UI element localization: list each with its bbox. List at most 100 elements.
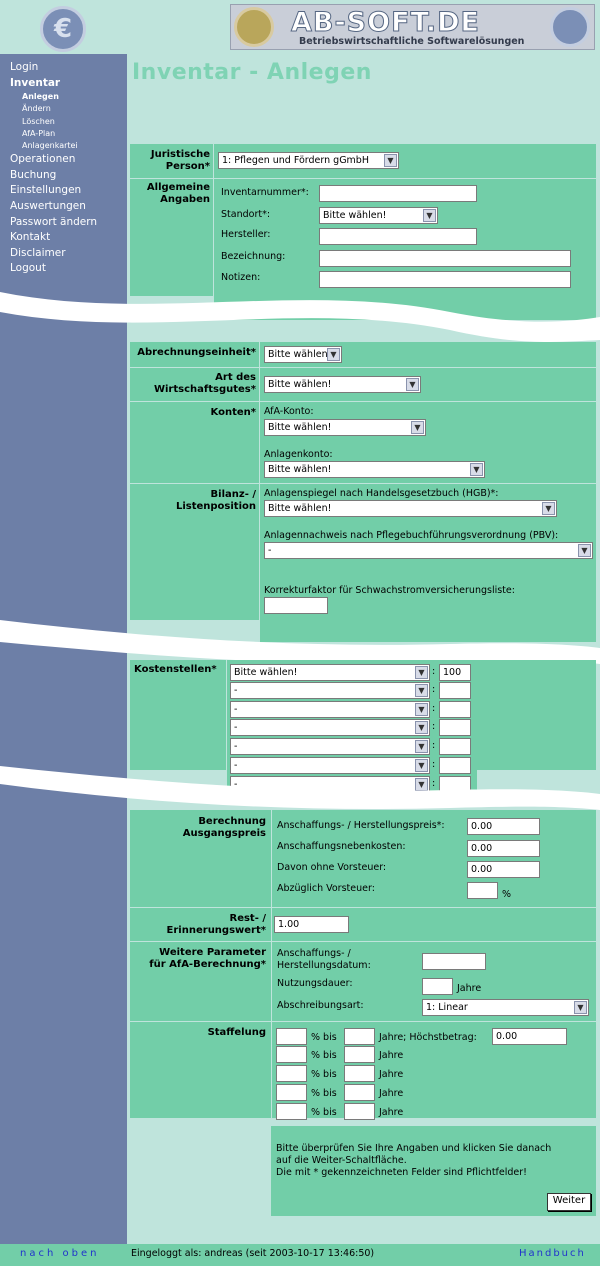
select-pbv[interactable]: - ▼ [264, 542, 593, 559]
login-info: Eingeloggt als: andreas (seit 2003-10-17… [131, 1248, 375, 1259]
input-ohne-vorsteuer[interactable]: 0.00 [467, 861, 540, 878]
input-staffel-pct[interactable] [276, 1084, 307, 1101]
nav-sub-loeschen[interactable]: Löschen [10, 116, 125, 128]
label-staffelung: Staffelung [207, 1027, 266, 1038]
input-datum[interactable] [422, 953, 486, 970]
label-pbv: Anlagennachweis nach Pflegebuchführungsv… [264, 530, 559, 541]
chevron-down-icon: ▼ [415, 721, 428, 734]
separator: : [432, 703, 436, 714]
nav-auswertungen[interactable]: Auswertungen [10, 199, 125, 215]
chevron-down-icon: ▼ [423, 209, 436, 222]
input-staffel-pct[interactable] [276, 1103, 307, 1120]
page-break-wave [0, 292, 600, 342]
label-jahre: Jahre [457, 983, 482, 994]
label-korrektur: Korrekturfaktor für Schwachstromversiche… [264, 585, 515, 596]
nav-einstellungen[interactable]: Einstellungen [10, 183, 125, 199]
input-staffel-jahre[interactable] [344, 1046, 375, 1063]
chevron-down-icon: ▼ [415, 740, 428, 753]
input-staffel-pct[interactable] [276, 1046, 307, 1063]
nav-passwort[interactable]: Passwort ändern [10, 215, 125, 231]
brand-banner[interactable]: AB-SOFT.DE Betriebswirtschaftliche Softw… [230, 4, 595, 50]
nav-sub-aendern[interactable]: Ändern [10, 103, 125, 115]
input-abzueglich-vorsteuer[interactable] [467, 882, 498, 899]
label-pct-bis: % bis [311, 1069, 337, 1080]
input-hoechstbetrag[interactable]: 0.00 [492, 1028, 567, 1045]
nav-sub-anlegen[interactable]: Anlegen [10, 91, 125, 103]
label-jahre: Jahre [379, 1050, 404, 1061]
separator: : [432, 740, 436, 751]
input-kostenstelle-pct[interactable] [439, 738, 471, 755]
label-anlagenkonto: Anlagenkonto: [264, 449, 333, 460]
nav-kontakt[interactable]: Kontakt [10, 230, 125, 246]
chevron-down-icon: ▼ [406, 378, 419, 391]
chevron-down-icon: ▼ [327, 348, 340, 361]
input-inventarnummer[interactable] [319, 185, 477, 202]
label-hersteller: Hersteller: [221, 229, 271, 240]
nav-sub-anlagenkartei[interactable]: Anlagenkartei [10, 140, 125, 152]
euro-coin-icon [550, 7, 590, 47]
chevron-down-icon: ▼ [415, 684, 428, 697]
select-abschreibungsart[interactable]: 1: Linear ▼ [422, 999, 589, 1016]
input-nutzungsdauer[interactable] [422, 978, 453, 995]
input-staffel-jahre[interactable] [344, 1028, 375, 1045]
select-standort[interactable]: Bitte wählen! ▼ [319, 207, 438, 224]
nav-buchung[interactable]: Buchung [10, 168, 125, 184]
chevron-down-icon: ▼ [415, 703, 428, 716]
main-nav: Login Inventar Anlegen Ändern Löschen Af… [10, 60, 125, 277]
input-kostenstelle-pct[interactable] [439, 701, 471, 718]
label-juristische-person: Juristische Person* [150, 149, 210, 172]
euro-coin-icon [234, 7, 274, 47]
select-kostenstelle[interactable]: - ▼ [230, 719, 430, 736]
chevron-down-icon: ▼ [470, 463, 483, 476]
input-staffel-jahre[interactable] [344, 1084, 375, 1101]
label-datum: Anschaffungs- / Herstellungsdatum: [277, 948, 371, 971]
input-staffel-jahre[interactable] [344, 1103, 375, 1120]
label-ahk: Anschaffungs- / Herstellungspreis*: [277, 820, 445, 831]
weiter-button[interactable]: Weiter [547, 1193, 591, 1211]
nav-login[interactable]: Login [10, 60, 125, 76]
page-break-wave [0, 766, 600, 810]
label-pct-bis: % bis [311, 1088, 337, 1099]
label-abzueglich-vorsteuer: Abzüglich Vorsteuer: [277, 883, 375, 894]
select-hgb[interactable]: Bitte wählen! ▼ [264, 500, 557, 517]
nav-disclaimer[interactable]: Disclaimer [10, 246, 125, 262]
select-juristische-person[interactable]: 1: Pflegen und Fördern gGmbH ▼ [218, 152, 399, 169]
input-nebenkosten[interactable]: 0.00 [467, 840, 540, 857]
select-kostenstelle[interactable]: - ▼ [230, 738, 430, 755]
nach-oben-link[interactable]: nach oben [20, 1248, 99, 1259]
input-kostenstelle-pct[interactable] [439, 682, 471, 699]
label-pct-bis: % bis [311, 1107, 337, 1118]
handbuch-link[interactable]: Handbuch [519, 1248, 586, 1259]
nav-inventar[interactable]: Inventar [10, 76, 125, 92]
select-anlagenkonto[interactable]: Bitte wählen! ▼ [264, 461, 485, 478]
nav-logout[interactable]: Logout [10, 261, 125, 277]
hint-line-1: Bitte überprüfen Sie Ihre Angaben und kl… [276, 1143, 552, 1154]
nav-operationen[interactable]: Operationen [10, 152, 125, 168]
input-bezeichnung[interactable] [319, 250, 571, 267]
select-kostenstelle[interactable]: Bitte wählen! ▼ [230, 664, 430, 681]
input-hersteller[interactable] [319, 228, 477, 245]
chevron-down-icon: ▼ [542, 502, 555, 515]
label-standort: Standort*: [221, 209, 271, 220]
label-inventarnummer: Inventarnummer*: [221, 187, 309, 198]
input-ahk[interactable]: 0.00 [467, 818, 540, 835]
label-ohne-vorsteuer: Davon ohne Vorsteuer: [277, 862, 387, 873]
input-staffel-jahre[interactable] [344, 1065, 375, 1082]
select-kostenstelle[interactable]: - ▼ [230, 701, 430, 718]
nav-sub-afa-plan[interactable]: AfA-Plan [10, 128, 125, 140]
select-wirtschaftsgut[interactable]: Bitte wählen! ▼ [264, 376, 421, 393]
input-kostenstelle-pct[interactable]: 100 [439, 664, 471, 681]
label-bezeichnung: Bezeichnung: [221, 251, 286, 262]
label-nutzungsdauer: Nutzungsdauer: [277, 978, 353, 989]
input-staffel-pct[interactable] [276, 1065, 307, 1082]
hint-line-3: Die mit * gekennzeichneten Felder sind P… [276, 1167, 527, 1178]
input-staffel-pct[interactable] [276, 1028, 307, 1045]
label-jahre-hoechstbetrag: Jahre; Höchstbetrag: [379, 1032, 477, 1043]
select-afa-konto[interactable]: Bitte wählen! ▼ [264, 419, 426, 436]
select-kostenstelle[interactable]: - ▼ [230, 682, 430, 699]
label-restwert: Rest- / Erinnerungswert* [166, 913, 266, 936]
input-restwert[interactable]: 1.00 [274, 916, 349, 933]
label-konten: Konten* [210, 407, 256, 418]
input-kostenstelle-pct[interactable] [439, 719, 471, 736]
select-abrechnungseinheit[interactable]: Bitte wählen! ▼ [264, 346, 342, 363]
